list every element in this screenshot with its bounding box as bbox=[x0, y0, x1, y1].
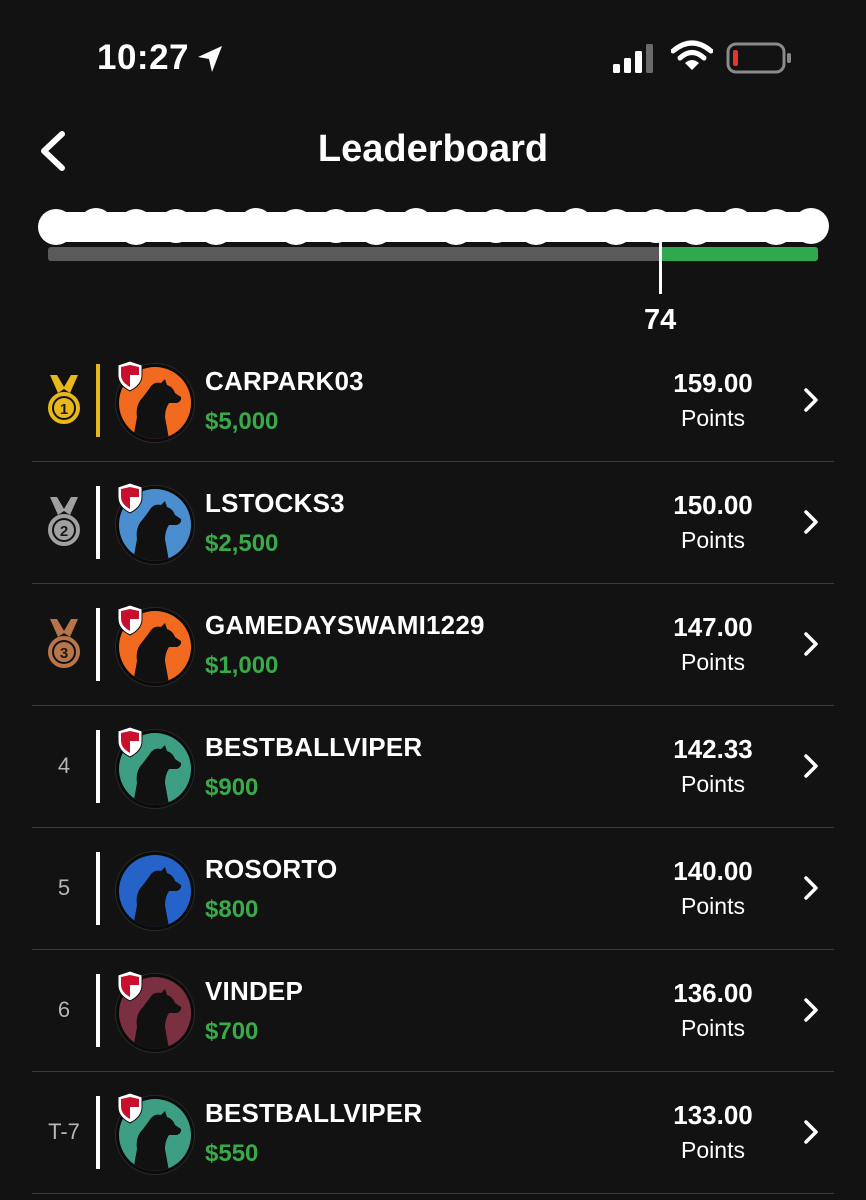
username: ROSORTO bbox=[205, 854, 338, 884]
rank-divider bbox=[96, 1096, 100, 1169]
prize-amount: $2,500 bbox=[205, 530, 279, 557]
progress-marker bbox=[659, 236, 663, 294]
score-label: Points bbox=[681, 771, 745, 797]
chevron-right-icon[interactable] bbox=[802, 874, 820, 902]
score-value: 159.00 bbox=[673, 368, 753, 398]
status-bar: 10:27 bbox=[0, 0, 866, 120]
username: LSTOCKS3 bbox=[205, 488, 345, 518]
score-label: Points bbox=[681, 649, 745, 675]
username: CARPARK03 bbox=[205, 366, 364, 396]
location-arrow-icon bbox=[198, 46, 222, 72]
score-label: Points bbox=[681, 893, 745, 919]
shield-badge-icon bbox=[117, 360, 143, 392]
progress-fill bbox=[660, 247, 818, 261]
prize-amount: $1,000 bbox=[205, 652, 279, 679]
prize-amount: $550 bbox=[205, 1140, 259, 1167]
leaderboard-row-1[interactable]: 1 CARPARK03 $5,000 159.00 Points bbox=[32, 340, 834, 462]
leaderboard-row-2[interactable]: 2 LSTOCKS3 $2,500 150.00 Points bbox=[32, 462, 834, 584]
rank-cell: 1 bbox=[40, 370, 88, 430]
chevron-right-icon[interactable] bbox=[802, 1118, 820, 1146]
dog-silhouette-icon bbox=[119, 855, 191, 927]
chevron-right-icon[interactable] bbox=[802, 630, 820, 658]
chevron-right-icon[interactable] bbox=[802, 386, 820, 414]
score-value: 136.00 bbox=[673, 978, 753, 1008]
username: VINDEP bbox=[205, 976, 304, 1006]
rank-cell: T-7 bbox=[48, 1119, 80, 1144]
shield-badge-icon bbox=[117, 726, 143, 758]
cellular-signal-icon bbox=[613, 44, 653, 73]
prize-amount: $800 bbox=[205, 896, 259, 923]
rank-divider bbox=[96, 486, 100, 559]
leaderboard-row-6[interactable]: 6 VINDEP $700 136.00 Points bbox=[32, 950, 834, 1072]
score-value: 142.33 bbox=[673, 734, 753, 764]
leaderboard-row-7[interactable]: T-7 BESTBALLVIPER $550 133.00 Points bbox=[32, 1072, 834, 1194]
chevron-right-icon[interactable] bbox=[802, 508, 820, 536]
svg-text:3: 3 bbox=[60, 645, 68, 662]
leaderboard-row-5[interactable]: 5 ROSORTO $800 140.00 Points bbox=[32, 828, 834, 950]
svg-text:2: 2 bbox=[60, 523, 68, 540]
leaderboard-list: 1 CARPARK03 $5,000 159.00 Points 2 LSTOC… bbox=[32, 340, 834, 1194]
shield-badge-icon bbox=[117, 1092, 143, 1124]
rank-divider bbox=[96, 364, 100, 437]
username: BESTBALLVIPER bbox=[205, 732, 423, 762]
chevron-right-icon[interactable] bbox=[802, 996, 820, 1024]
progress-track bbox=[48, 247, 818, 261]
rank-cell: 3 bbox=[40, 614, 88, 674]
rank-divider bbox=[96, 852, 100, 925]
rank-divider bbox=[96, 974, 100, 1047]
redacted-banner bbox=[38, 208, 829, 245]
chevron-right-icon[interactable] bbox=[802, 752, 820, 780]
wifi-icon bbox=[671, 40, 713, 70]
progress-value: 74 bbox=[644, 304, 677, 336]
prize-amount: $700 bbox=[205, 1018, 259, 1045]
shield-badge-icon bbox=[117, 482, 143, 514]
gold-medal-icon: 1 bbox=[48, 375, 80, 424]
username: GAMEDAYSWAMI1229 bbox=[205, 610, 485, 640]
bronze-medal-icon: 3 bbox=[48, 619, 80, 668]
score-label: Points bbox=[681, 527, 745, 553]
battery-low-icon bbox=[726, 42, 791, 74]
rank-cell: 2 bbox=[40, 492, 88, 552]
svg-text:1: 1 bbox=[60, 401, 68, 418]
prize-amount: $900 bbox=[205, 774, 259, 801]
score-label: Points bbox=[681, 1015, 745, 1041]
page-title: Leaderboard bbox=[317, 128, 549, 170]
status-time: 10:27 bbox=[97, 38, 190, 77]
rank-divider bbox=[96, 730, 100, 803]
score-value: 147.00 bbox=[673, 612, 753, 642]
leaderboard-row-4[interactable]: 4 BESTBALLVIPER $900 142.33 Points bbox=[32, 706, 834, 828]
leaderboard-row-3[interactable]: 3 GAMEDAYSWAMI1229 $1,000 147.00 Points bbox=[32, 584, 834, 706]
avatar[interactable] bbox=[116, 852, 194, 930]
silver-medal-icon: 2 bbox=[48, 497, 80, 546]
rank-cell: 4 bbox=[57, 753, 71, 778]
rank-cell: 5 bbox=[57, 875, 71, 900]
rank-cell: 6 bbox=[57, 997, 71, 1022]
score-value: 150.00 bbox=[673, 490, 753, 520]
score-value: 140.00 bbox=[673, 856, 753, 886]
score-label: Points bbox=[681, 405, 745, 431]
score-value: 133.00 bbox=[673, 1100, 753, 1130]
shield-badge-icon bbox=[117, 604, 143, 636]
prize-amount: $5,000 bbox=[205, 408, 279, 435]
rank-divider bbox=[96, 608, 100, 681]
shield-badge-icon bbox=[117, 970, 143, 1002]
username: BESTBALLVIPER bbox=[205, 1098, 423, 1128]
score-label: Points bbox=[681, 1137, 745, 1163]
